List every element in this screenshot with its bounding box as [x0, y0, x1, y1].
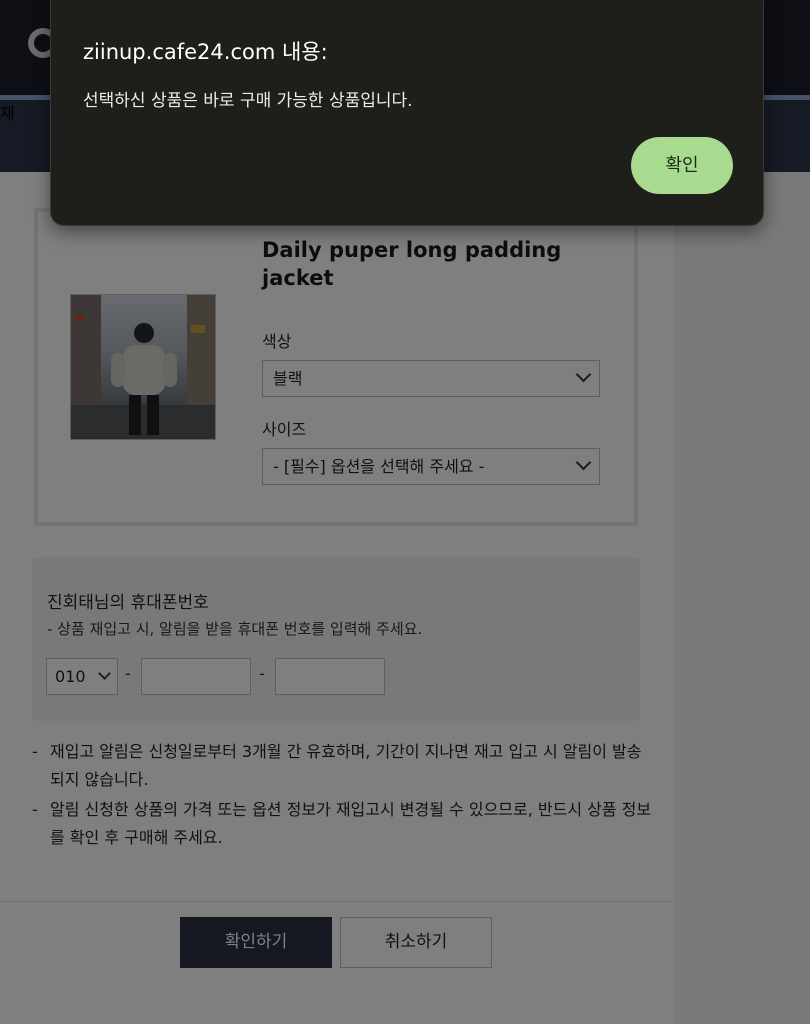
alert-message: 선택하신 상품은 바로 구매 가능한 상품입니다. [83, 91, 413, 111]
browser-alert-dialog: ziinup.cafe24.com 내용: 선택하신 상품은 바로 구매 가능한… [50, 0, 764, 226]
alert-ok-button[interactable]: 확인 [631, 137, 733, 194]
alert-title: ziinup.cafe24.com 내용: [83, 40, 328, 64]
